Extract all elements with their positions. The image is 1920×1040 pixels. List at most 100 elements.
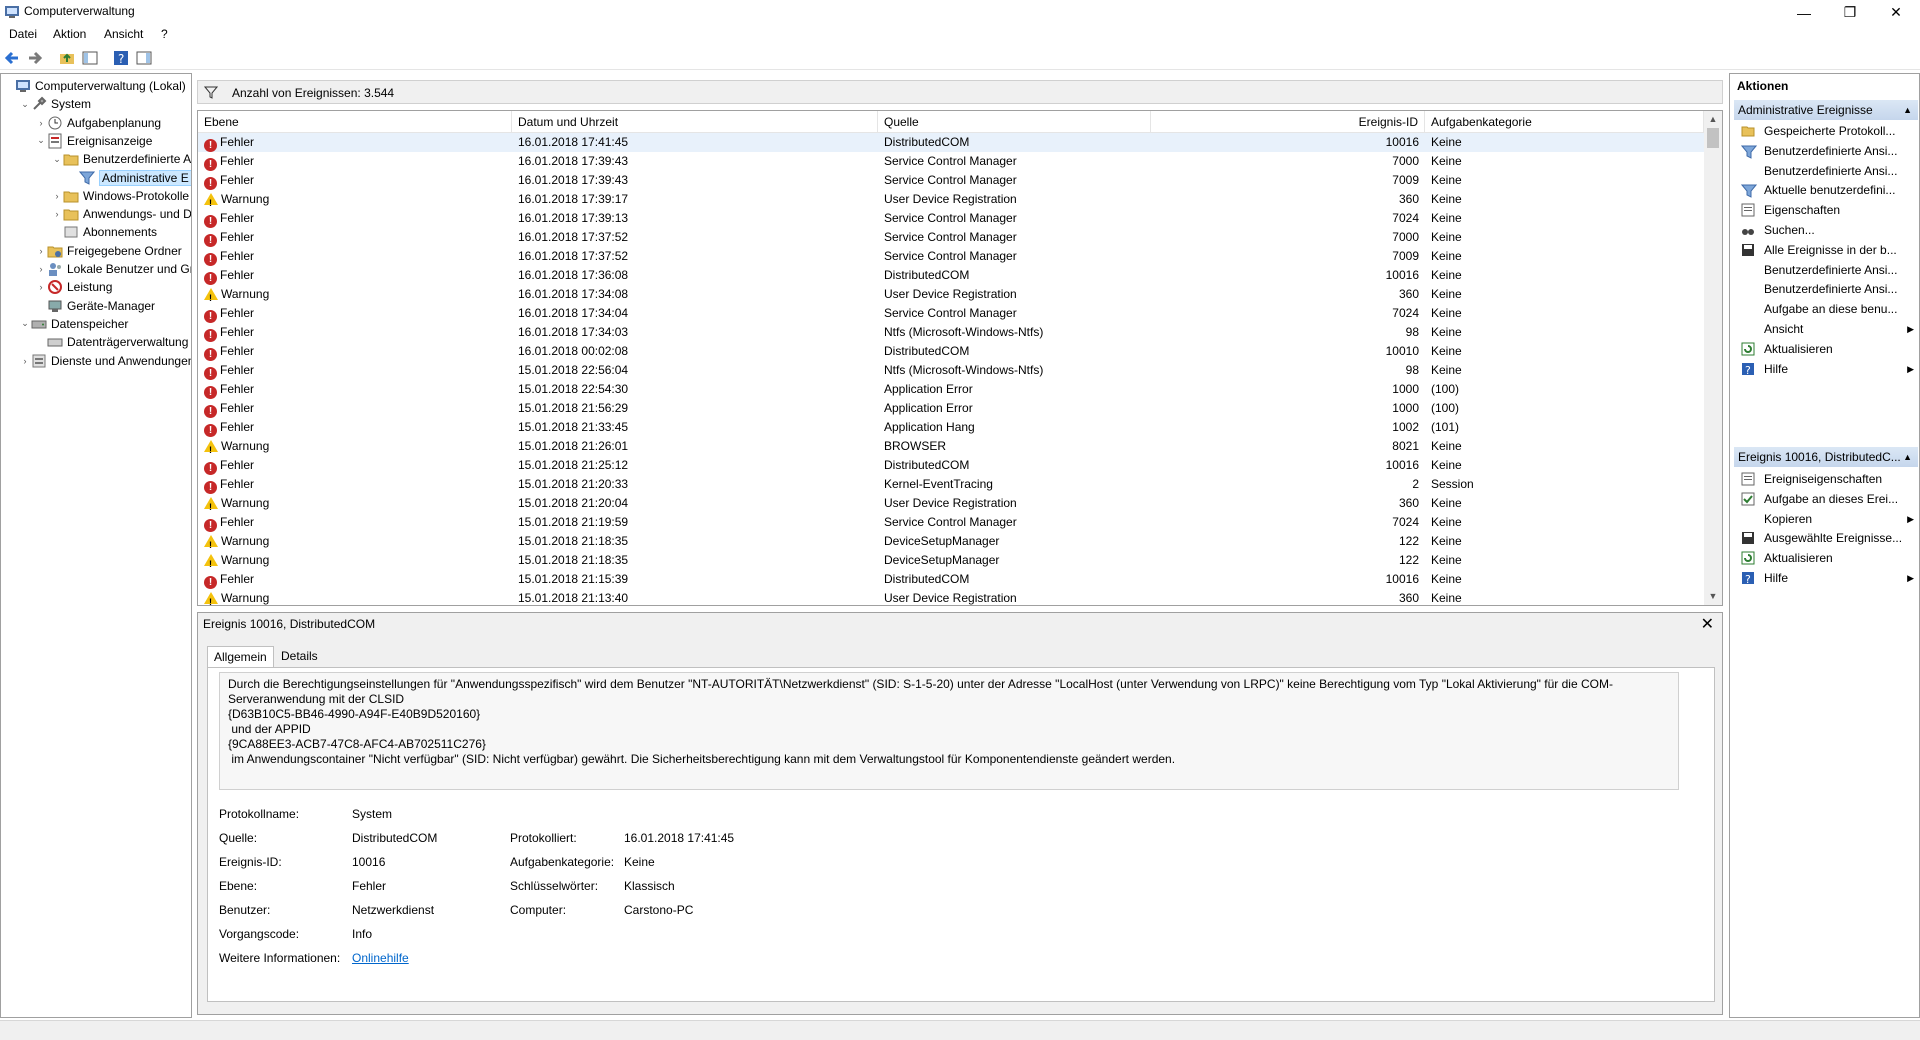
expand-right-icon[interactable]: ›	[19, 356, 31, 366]
tree-item[interactable]: › Anwendungs- und D	[51, 205, 192, 223]
tree-item[interactable]: › Leistung	[35, 278, 112, 296]
minimize-button[interactable]: —	[1781, 0, 1827, 25]
tree-item[interactable]: › Aufgabenplanung	[35, 114, 162, 132]
column-aufgabenkategorie[interactable]: Aufgabenkategorie	[1425, 111, 1704, 133]
action-item[interactable]: ? Hilfe ▶	[1734, 568, 1918, 588]
back-arrow-icon[interactable]	[3, 49, 21, 67]
action-item[interactable]: Benutzerdefinierte Ansi...	[1734, 161, 1918, 181]
scroll-thumb[interactable]	[1707, 128, 1719, 148]
action-item[interactable]: Aufgabe an dieses Erei...	[1734, 489, 1918, 509]
table-row[interactable]: ! Fehler 15.01.2018 21:19:59 Service Contro…	[198, 513, 1704, 532]
action-item[interactable]: Aktualisieren	[1734, 548, 1918, 568]
event-description[interactable]: Durch die Berechtigungseinstellungen für…	[219, 672, 1679, 790]
expand-down-icon[interactable]: ⌄	[19, 99, 31, 110]
show-hide-tree-icon[interactable]	[81, 49, 99, 67]
collapse-icon[interactable]: ▲	[1903, 100, 1912, 120]
menu-ansicht[interactable]: Ansicht	[104, 27, 143, 41]
help-icon[interactable]: ?	[112, 49, 130, 67]
action-item[interactable]: Aufgabe an diese benu...	[1734, 299, 1918, 319]
expand-right-icon[interactable]: ›	[51, 191, 63, 201]
table-row[interactable]: Warnung 16.01.2018 17:34:08 User Device Re…	[198, 285, 1704, 304]
table-row[interactable]: ! Fehler 16.01.2018 17:37:52 Service Contro…	[198, 247, 1704, 266]
table-row[interactable]: ! Fehler 15.01.2018 21:20:33 Kernel-EventTr…	[198, 475, 1704, 494]
action-item[interactable]: Ausgewählte Ereignisse...	[1734, 528, 1918, 548]
table-row[interactable]: ! Fehler 16.01.2018 17:39:43 Service Contro…	[198, 152, 1704, 171]
table-row[interactable]: ! Fehler 15.01.2018 21:25:12 DistributedCOM…	[198, 456, 1704, 475]
tab-details[interactable]: Details	[275, 646, 324, 668]
table-row[interactable]: ! Fehler 16.01.2018 17:37:52 Service Contro…	[198, 228, 1704, 247]
table-row[interactable]: Warnung 15.01.2018 21:13:40 User Device Re…	[198, 589, 1704, 605]
table-row[interactable]: ! Fehler 16.01.2018 17:41:45 DistributedCOM…	[198, 133, 1704, 152]
column-datum[interactable]: Datum und Uhrzeit	[512, 111, 878, 133]
expand-right-icon[interactable]: ›	[35, 264, 47, 274]
tree-item[interactable]: › Dienste und Anwendungen	[19, 352, 192, 370]
actions-section-administrative[interactable]: Administrative Ereignisse ▲	[1734, 100, 1918, 120]
expand-right-icon[interactable]: ›	[35, 118, 47, 128]
action-item[interactable]: Kopieren ▶	[1734, 509, 1918, 529]
action-item[interactable]: Aktualisieren	[1734, 339, 1918, 359]
tree-item[interactable]: Computerverwaltung (Lokal)	[3, 77, 186, 95]
table-row[interactable]: ! Fehler 15.01.2018 22:54:30 Application Er…	[198, 380, 1704, 399]
expand-down-icon[interactable]: ⌄	[35, 135, 47, 146]
column-ebene[interactable]: Ebene	[198, 111, 512, 133]
tree-item[interactable]: › Windows-Protokolle	[51, 187, 190, 205]
expand-right-icon[interactable]: ›	[51, 209, 63, 219]
tree-item[interactable]: › Lokale Benutzer und Gr	[35, 260, 191, 278]
tree-item[interactable]: Abonnements	[51, 223, 157, 241]
expand-down-icon[interactable]: ⌄	[19, 318, 31, 329]
table-row[interactable]: ! Fehler 16.01.2018 17:39:13 Service Contro…	[198, 209, 1704, 228]
action-item[interactable]: Aktuelle benutzerdefini...	[1734, 180, 1918, 200]
show-hide-action-pane-icon[interactable]	[135, 49, 153, 67]
table-row[interactable]: ! Fehler 15.01.2018 22:56:04 Ntfs (Microsof…	[198, 361, 1704, 380]
column-quelle[interactable]: Quelle	[878, 111, 1151, 133]
menu-help[interactable]: ?	[161, 27, 168, 41]
action-item[interactable]: ? Hilfe ▶	[1734, 359, 1918, 379]
expand-right-icon[interactable]: ›	[35, 282, 47, 292]
action-item[interactable]: Benutzerdefinierte Ansi...	[1734, 260, 1918, 280]
action-item[interactable]: Suchen...	[1734, 220, 1918, 240]
tree-item[interactable]: ⌄ Datenspeicher	[19, 315, 128, 333]
action-item[interactable]: Ansicht ▶	[1734, 319, 1918, 339]
menu-aktion[interactable]: Aktion	[53, 27, 86, 41]
menu-datei[interactable]: Datei	[9, 27, 37, 41]
tab-allgemein[interactable]: Allgemein	[207, 646, 274, 668]
table-row[interactable]: Warnung 15.01.2018 21:20:04 User Device Re…	[198, 494, 1704, 513]
tree-item[interactable]: Administrative E	[67, 169, 191, 187]
vertical-scrollbar[interactable]: ▲ ▼	[1704, 111, 1722, 605]
onlinehilfe-link[interactable]: Onlinehilfe	[352, 951, 409, 965]
action-item[interactable]: Alle Ereignisse in der b...	[1734, 240, 1918, 260]
action-item[interactable]: Benutzerdefinierte Ansi...	[1734, 141, 1918, 161]
scroll-up-icon[interactable]: ▲	[1704, 111, 1722, 128]
tree-item[interactable]: › Freigegebene Ordner	[35, 242, 182, 260]
table-row[interactable]: Warnung 16.01.2018 17:39:17 User Device Re…	[198, 190, 1704, 209]
tree-item[interactable]: Datenträgerverwaltung	[35, 333, 188, 351]
table-row[interactable]: ! Fehler 15.01.2018 21:15:39 DistributedCOM…	[198, 570, 1704, 589]
action-item[interactable]: Gespeicherte Protokoll...	[1734, 121, 1918, 141]
table-row[interactable]: Warnung 15.01.2018 21:26:01 BROWSER 8021 Kei…	[198, 437, 1704, 456]
expand-down-icon[interactable]: ⌄	[51, 154, 63, 165]
table-row[interactable]: ! Fehler 15.01.2018 21:56:29 Application Er…	[198, 399, 1704, 418]
collapse-icon[interactable]: ▲	[1903, 447, 1912, 467]
table-row[interactable]: ! Fehler 16.01.2018 00:02:08 DistributedCOM…	[198, 342, 1704, 361]
table-row[interactable]: ! Fehler 16.01.2018 17:36:08 DistributedCOM…	[198, 266, 1704, 285]
table-row[interactable]: Warnung 15.01.2018 21:18:35 DeviceSetupMan…	[198, 532, 1704, 551]
close-icon[interactable]: ✕	[1701, 614, 1714, 634]
tree-item[interactable]: Geräte-Manager	[35, 297, 155, 315]
actions-section-event[interactable]: Ereignis 10016, DistributedC... ▲	[1734, 447, 1918, 467]
action-item[interactable]: Benutzerdefinierte Ansi...	[1734, 279, 1918, 299]
column-ereignis-id[interactable]: Ereignis-ID	[1151, 111, 1425, 133]
table-row[interactable]: Warnung 15.01.2018 21:18:35 DeviceSetupMan…	[198, 551, 1704, 570]
action-item[interactable]: Eigenschaften	[1734, 200, 1918, 220]
table-row[interactable]: ! Fehler 16.01.2018 17:34:03 Ntfs (Microsof…	[198, 323, 1704, 342]
tree-item[interactable]: ⌄ System	[19, 95, 91, 113]
forward-arrow-icon[interactable]	[26, 49, 44, 67]
table-row[interactable]: ! Fehler 16.01.2018 17:39:43 Service Contro…	[198, 171, 1704, 190]
close-button[interactable]: ✕	[1873, 0, 1919, 25]
scroll-down-icon[interactable]: ▼	[1704, 588, 1722, 605]
up-folder-icon[interactable]	[58, 49, 76, 67]
expand-right-icon[interactable]: ›	[35, 246, 47, 256]
action-item[interactable]: Ereigniseigenschaften	[1734, 469, 1918, 489]
restore-button[interactable]: ❐	[1827, 0, 1873, 25]
tree-item[interactable]: ⌄ Ereignisanzeige	[35, 132, 152, 150]
table-row[interactable]: ! Fehler 16.01.2018 17:34:04 Service Contro…	[198, 304, 1704, 323]
